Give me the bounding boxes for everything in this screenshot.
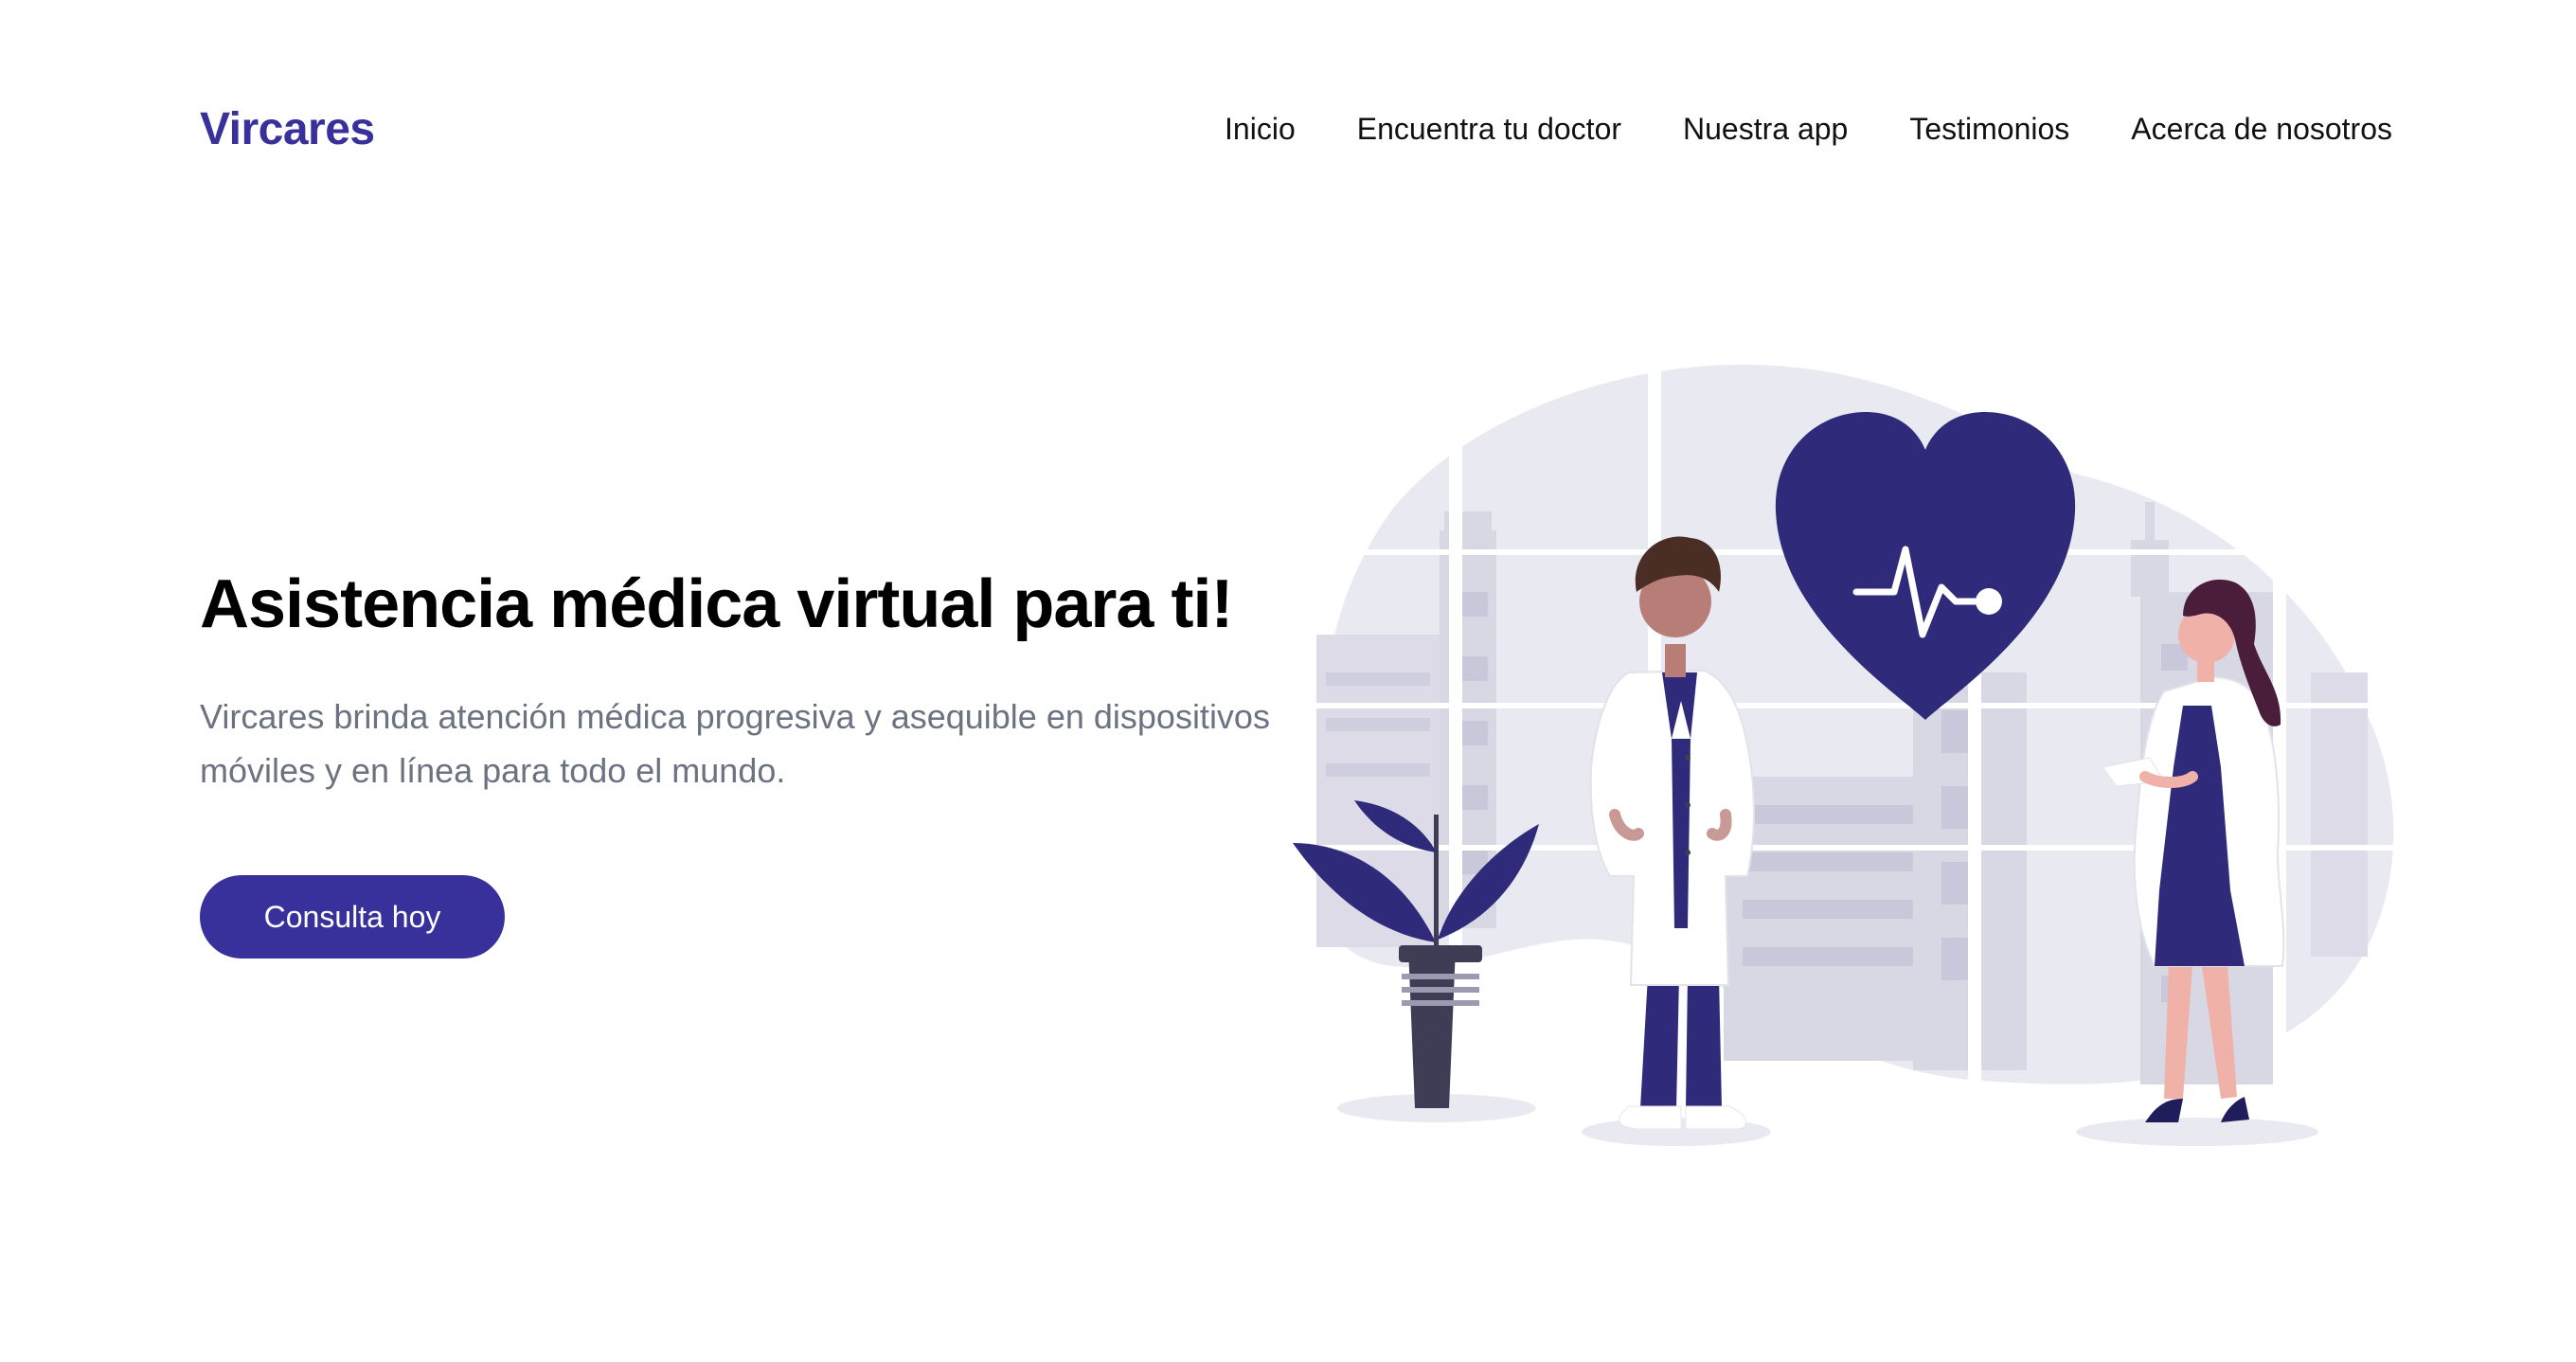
- hero-illustration: [1288, 360, 2406, 1146]
- nav-link-inicio[interactable]: Inicio: [1225, 112, 1296, 147]
- nav-link-nuestra-app[interactable]: Nuestra app: [1683, 112, 1848, 147]
- nav-link-testimonios[interactable]: Testimonios: [1909, 112, 2069, 147]
- hero-description: Vircares brinda atención médica progresi…: [200, 697, 1270, 790]
- hero-title: Asistencia médica virtual para ti!: [200, 566, 1233, 642]
- nav-menu: Inicio Encuentra tu doctor Nuestra app T…: [1225, 112, 2392, 147]
- brand-logo[interactable]: Vircares: [200, 103, 375, 155]
- hero-section: Asistencia médica virtual para ti! Virca…: [200, 559, 1336, 797]
- nav-link-acerca[interactable]: Acerca de nosotros: [2131, 112, 2392, 147]
- navbar: Vircares Inicio Encuentra tu doctor Nues…: [200, 95, 2392, 163]
- nav-link-encuentra-doctor[interactable]: Encuentra tu doctor: [1357, 112, 1621, 147]
- consulta-hoy-button[interactable]: Consulta hoy: [200, 875, 505, 959]
